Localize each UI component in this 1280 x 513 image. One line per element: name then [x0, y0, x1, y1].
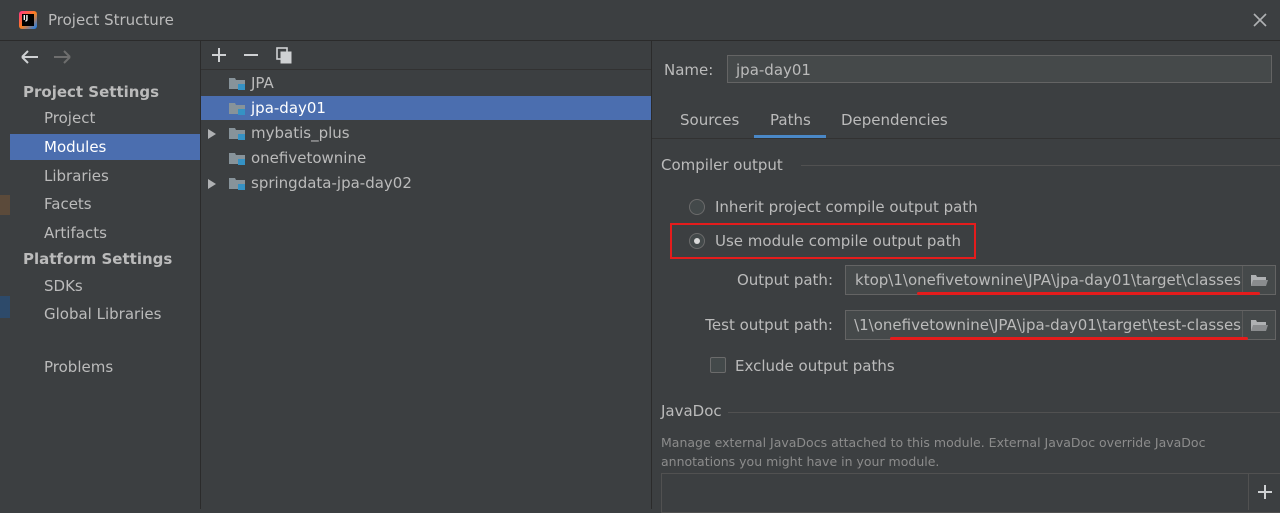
settings-sidebar: Project Settings Project Modules Librari…: [10, 41, 201, 509]
close-icon[interactable]: [1249, 9, 1271, 31]
javadoc-description: Manage external JavaDocs attached to thi…: [661, 435, 1206, 469]
sidebar-item-sdks[interactable]: SDKs: [10, 273, 200, 299]
tree-item-springdata-jpa-day02[interactable]: springdata-jpa-day02: [201, 171, 651, 195]
module-folder-icon: [229, 153, 245, 165]
tab-dependencies[interactable]: Dependencies: [841, 111, 948, 129]
output-path-label: Output path:: [736, 271, 833, 289]
sidebar-item-modules[interactable]: Modules: [10, 134, 200, 160]
module-folder-icon: [229, 78, 245, 90]
folder-browse-icon[interactable]: [1242, 266, 1275, 294]
back-arrow-icon[interactable]: [20, 49, 40, 65]
title-bar: IJ Project Structure: [0, 0, 1280, 41]
tree-item-onefivetownine[interactable]: onefivetownine: [201, 146, 651, 170]
module-tree-pane: JPA jpa-day01 mybatis_plus onefivetownin…: [201, 41, 652, 509]
expand-arrow-icon[interactable]: [208, 129, 216, 139]
sidebar-item-problems[interactable]: Problems: [10, 354, 200, 380]
forward-arrow-icon[interactable]: [52, 49, 72, 65]
inherit-output-radio[interactable]: [689, 199, 705, 215]
javadoc-title: JavaDoc: [661, 402, 722, 420]
module-folder-icon: [229, 178, 245, 190]
add-icon[interactable]: [209, 45, 229, 65]
sidebar-item-global-libraries[interactable]: Global Libraries: [10, 301, 200, 327]
name-label: Name:: [664, 61, 714, 79]
sidebar-item-libraries[interactable]: Libraries: [10, 163, 200, 189]
tree-item-jpa[interactable]: JPA: [201, 71, 651, 95]
sidebar-item-facets[interactable]: Facets: [10, 191, 200, 217]
use-module-output-label: Use module compile output path: [715, 232, 962, 250]
platform-settings-header: Platform Settings: [23, 250, 173, 268]
exclude-output-checkbox[interactable]: [710, 357, 726, 373]
sidebar-item-artifacts[interactable]: Artifacts: [10, 220, 200, 246]
module-folder-icon: [229, 128, 245, 140]
copy-icon[interactable]: [274, 45, 294, 65]
tree-item-jpa-day01[interactable]: jpa-day01: [201, 96, 651, 120]
tab-paths[interactable]: Paths: [770, 111, 811, 129]
add-javadoc-icon[interactable]: [1248, 474, 1280, 510]
tree-item-mybatis-plus[interactable]: mybatis_plus: [201, 121, 651, 145]
test-output-path-label: Test output path:: [705, 316, 833, 334]
intellij-logo-icon: IJ: [19, 11, 37, 29]
exclude-output-label: Exclude output paths: [735, 357, 895, 375]
background-window-strip: [0, 41, 10, 509]
tree-toolbar: [201, 41, 651, 70]
module-name-input[interactable]: jpa-day01: [727, 55, 1272, 83]
expand-arrow-icon[interactable]: [208, 179, 216, 189]
module-tabs: Sources Paths Dependencies: [652, 103, 1280, 139]
remove-icon[interactable]: [241, 45, 261, 65]
javadoc-list[interactable]: [661, 473, 1280, 513]
compiler-output-title: Compiler output: [661, 156, 783, 174]
window-title: Project Structure: [48, 11, 174, 29]
inherit-output-label: Inherit project compile output path: [715, 198, 978, 216]
sidebar-item-project[interactable]: Project: [10, 105, 200, 131]
section-divider: [728, 412, 1280, 413]
output-path-field[interactable]: ktop\1\onefivetownine\JPA\jpa-day01\targ…: [845, 265, 1276, 295]
annotation-underline: [917, 292, 1260, 295]
module-settings-panel: Name: jpa-day01 Sources Paths Dependenci…: [652, 41, 1280, 513]
test-output-path-field[interactable]: \1\onefivetownine\JPA\jpa-day01\target\t…: [845, 310, 1276, 340]
use-module-output-radio[interactable]: [689, 233, 705, 249]
tab-sources[interactable]: Sources: [680, 111, 739, 129]
module-folder-icon: [229, 103, 245, 115]
project-settings-header: Project Settings: [23, 83, 160, 101]
folder-browse-icon[interactable]: [1242, 311, 1275, 339]
section-divider: [801, 165, 1280, 166]
annotation-underline: [890, 337, 1248, 340]
